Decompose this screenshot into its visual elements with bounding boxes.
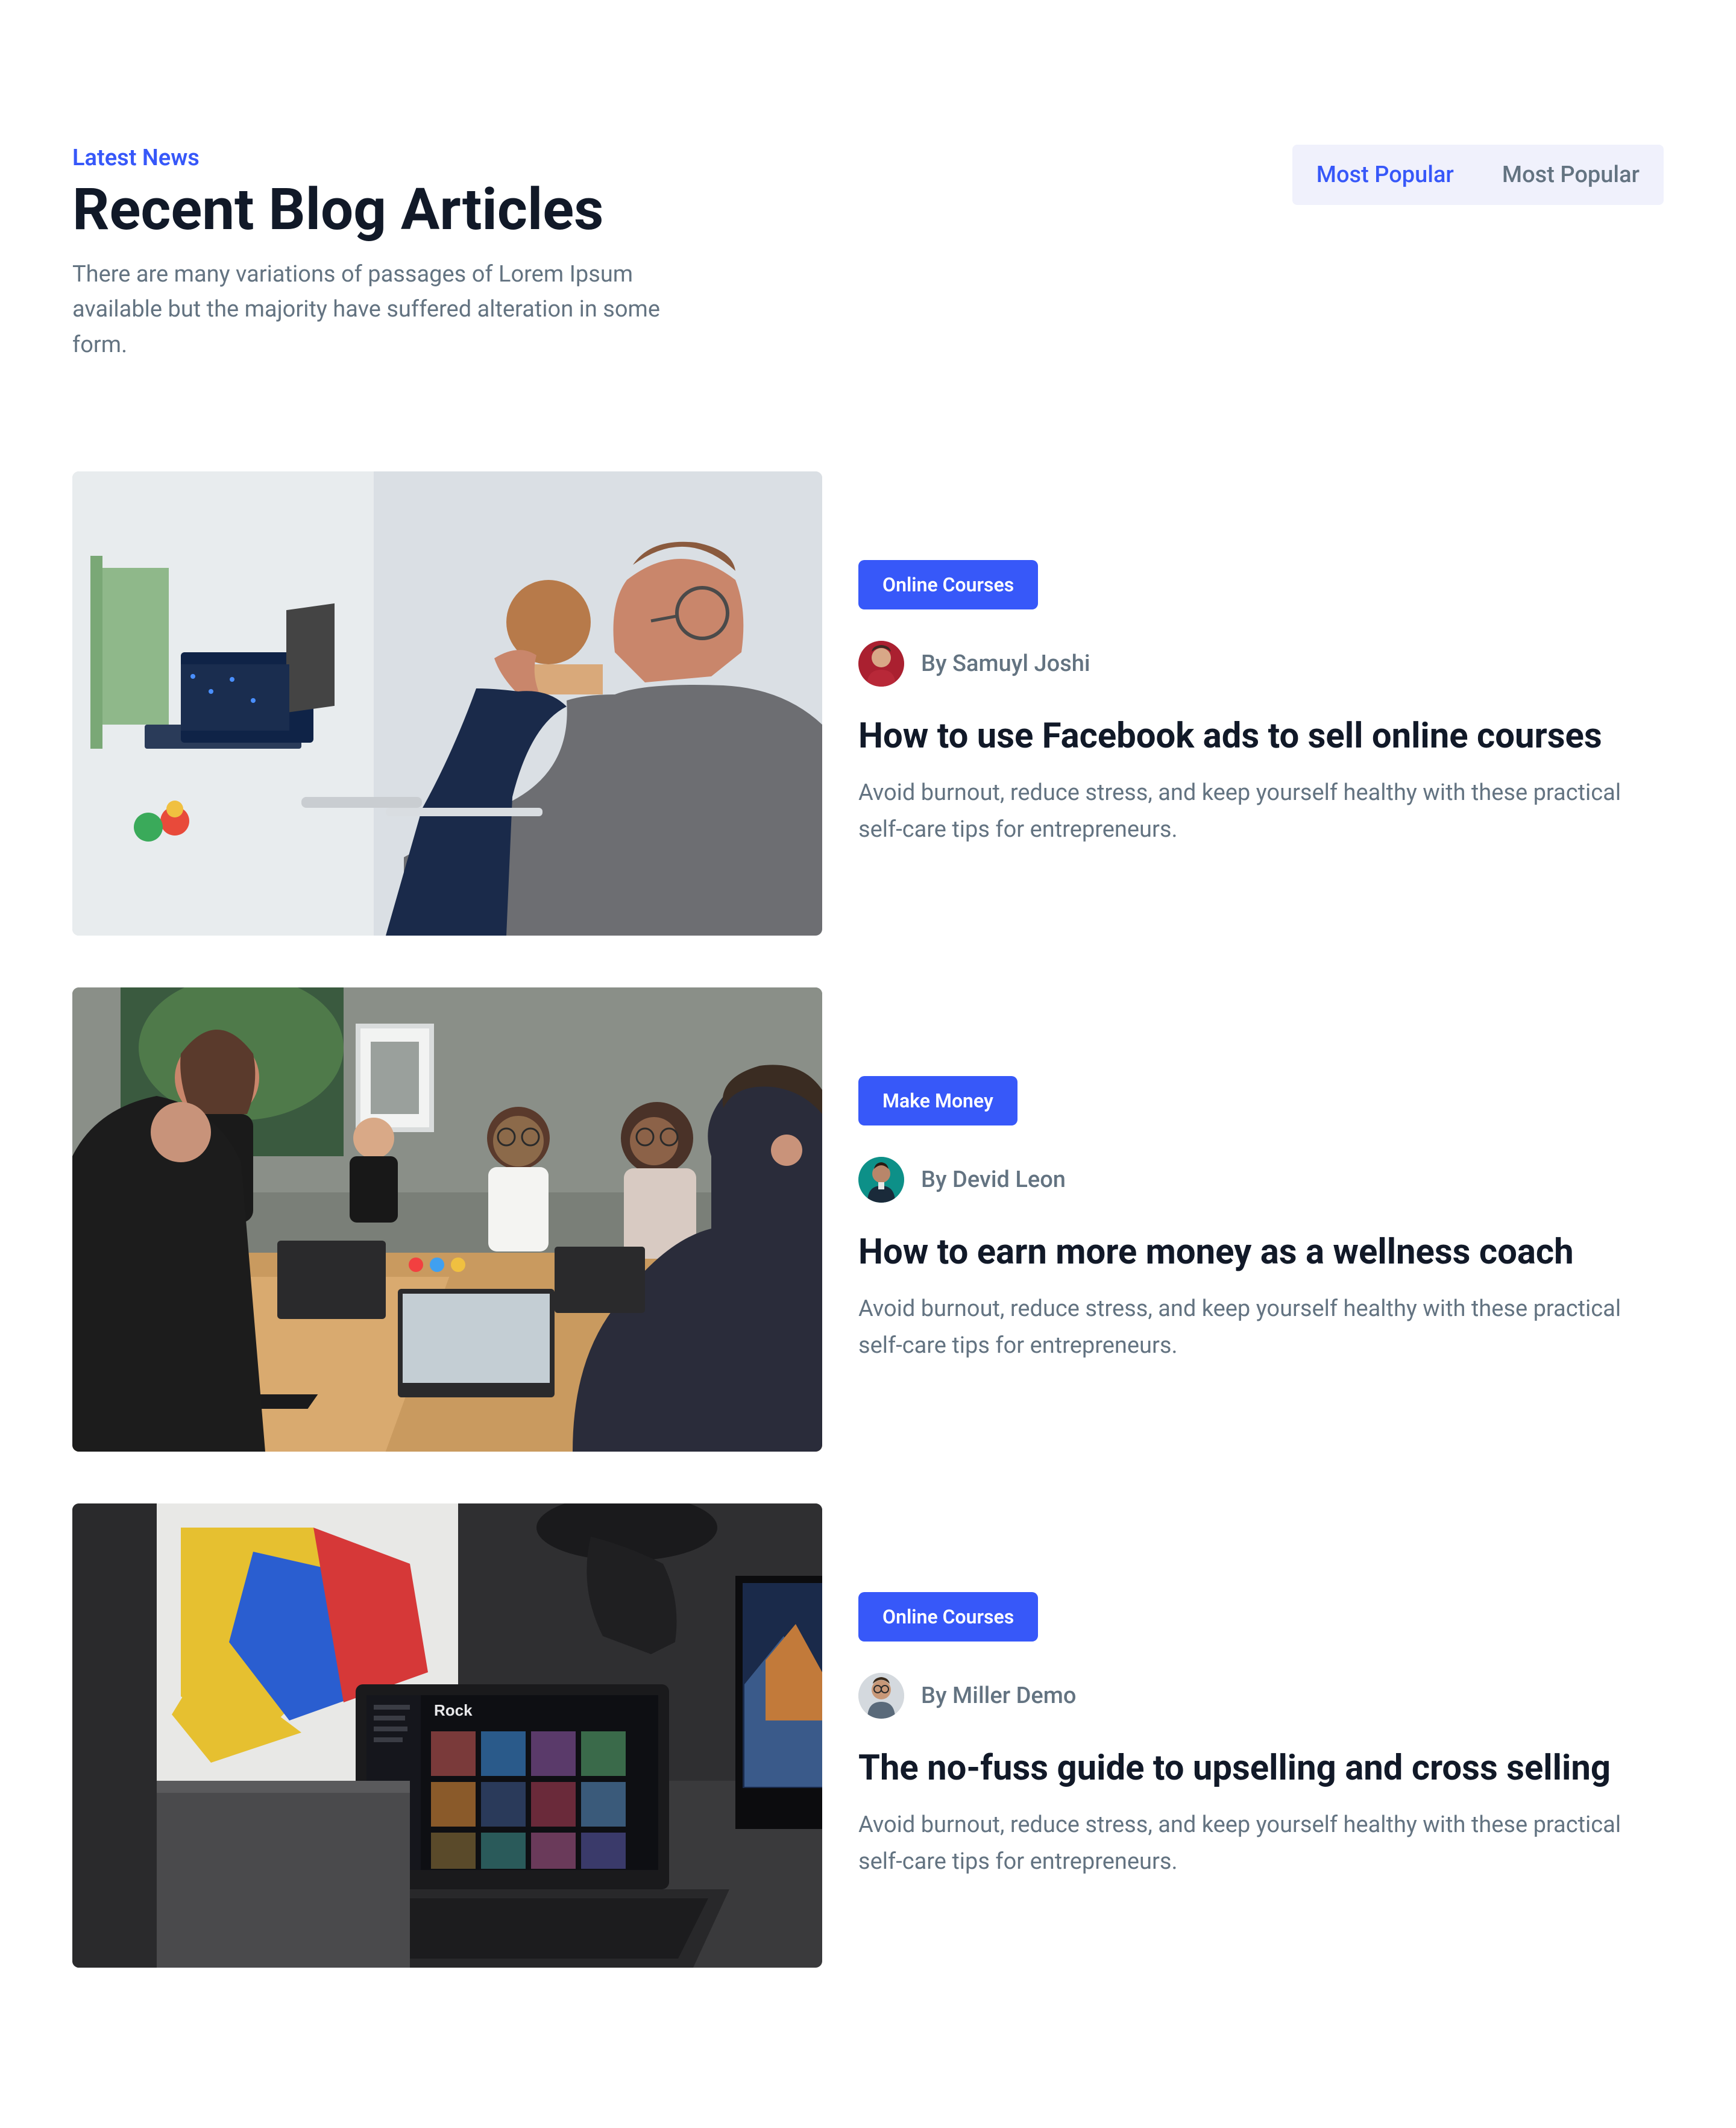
post-title[interactable]: How to use Facebook ads to sell online c… xyxy=(858,714,1664,758)
author-row: By Devid Leon xyxy=(858,1157,1664,1203)
post-thumbnail[interactable] xyxy=(72,471,822,936)
filter-tabs: Most Popular Most Popular xyxy=(1292,145,1664,205)
post-excerpt: Avoid burnout, reduce stress, and keep y… xyxy=(858,1807,1664,1879)
author-name: By Miller Demo xyxy=(921,1683,1076,1709)
author-row: By Samuyl Joshi xyxy=(858,641,1664,687)
blog-post: Make Money By Devid Leon How to earn mor… xyxy=(72,987,1664,1452)
post-title[interactable]: How to earn more money as a wellness coa… xyxy=(858,1230,1664,1274)
post-excerpt: Avoid burnout, reduce stress, and keep y… xyxy=(858,1291,1664,1363)
post-content: Make Money By Devid Leon How to earn mor… xyxy=(858,1076,1664,1364)
category-badge[interactable]: Online Courses xyxy=(858,1592,1038,1642)
post-title[interactable]: The no-fuss guide to upselling and cross… xyxy=(858,1746,1664,1790)
category-badge[interactable]: Online Courses xyxy=(858,560,1038,609)
post-thumbnail[interactable] xyxy=(72,987,822,1452)
post-content: Online Courses By Miller Demo The no-fus… xyxy=(858,1592,1664,1880)
author-avatar xyxy=(858,1157,904,1203)
post-content: Online Courses By Samuyl Joshi How to us… xyxy=(858,560,1664,848)
author-avatar xyxy=(858,1673,904,1719)
section-header: Latest News Recent Blog Articles There a… xyxy=(72,145,1664,363)
section-overline: Latest News xyxy=(72,145,663,171)
blog-post: Rock Online Courses xyxy=(72,1503,1664,1968)
author-avatar xyxy=(858,641,904,687)
author-name: By Samuyl Joshi xyxy=(921,650,1090,677)
post-thumbnail[interactable]: Rock xyxy=(72,1503,822,1968)
author-name: By Devid Leon xyxy=(921,1166,1066,1193)
svg-text:Rock: Rock xyxy=(434,1701,473,1719)
header-left: Latest News Recent Blog Articles There a… xyxy=(72,145,663,363)
page-title: Recent Blog Articles xyxy=(72,178,663,242)
category-badge[interactable]: Make Money xyxy=(858,1076,1017,1125)
post-excerpt: Avoid burnout, reduce stress, and keep y… xyxy=(858,775,1664,847)
author-row: By Miller Demo xyxy=(858,1673,1664,1719)
blog-post: Online Courses By Samuyl Joshi How to us… xyxy=(72,471,1664,936)
tab-most-popular-active[interactable]: Most Popular xyxy=(1292,145,1478,205)
tab-most-popular-inactive[interactable]: Most Popular xyxy=(1478,145,1664,205)
section-subtitle: There are many variations of passages of… xyxy=(72,257,663,364)
